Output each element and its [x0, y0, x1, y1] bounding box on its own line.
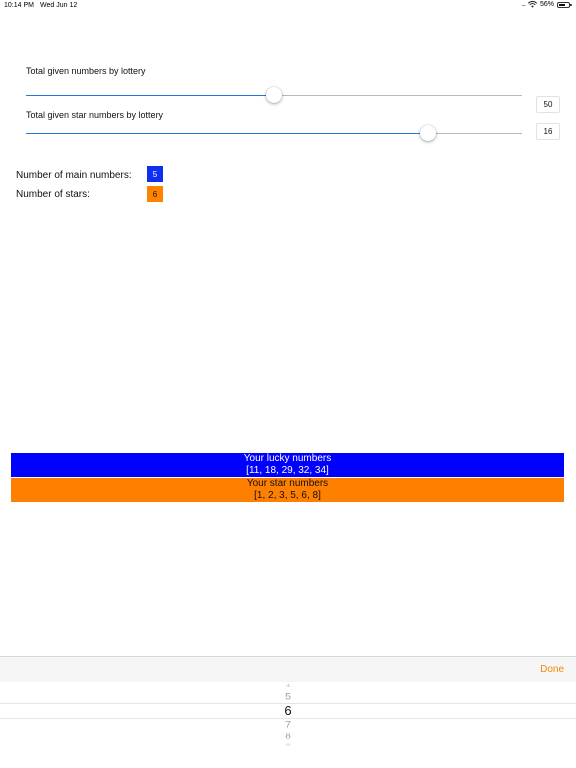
slider-label-stars: Total given star numbers by lottery	[26, 110, 164, 120]
slider-track-stars[interactable]	[26, 133, 522, 134]
stars-badge[interactable]: 6	[147, 186, 163, 202]
picker-item[interactable]: 7	[0, 720, 576, 730]
battery-icon	[557, 1, 572, 8]
signal-icon: .....	[521, 1, 526, 8]
status-time: 10:14 PM	[4, 2, 34, 9]
slider-fill-stars	[26, 133, 428, 134]
picker-selection-bottom	[0, 718, 576, 719]
slider-thumb-numbers[interactable]	[266, 87, 282, 103]
main-numbers-label: Number of main numbers:	[16, 170, 132, 181]
status-bar: 10:14 PM Wed Jun 12 ..... 56%	[0, 0, 576, 12]
lucky-numbers-panel: Your lucky numbers [11, 18, 29, 32, 34]	[11, 453, 564, 477]
status-right: ..... 56%	[521, 1, 572, 8]
main-numbers-badge[interactable]: 5	[147, 166, 163, 182]
picker-item-selected[interactable]: 6	[0, 703, 576, 718]
number-picker[interactable]: 4 5 6 7 8 9	[0, 682, 576, 768]
lucky-numbers-values: [11, 18, 29, 32, 34]	[246, 465, 329, 476]
star-numbers-values: [1, 2, 3, 5, 6, 8]	[254, 490, 321, 501]
picker-toolbar: Done	[0, 656, 576, 683]
wifi-icon	[527, 1, 537, 8]
picker-item[interactable]: 8	[0, 733, 576, 741]
stars-label: Number of stars:	[16, 189, 90, 200]
picker-item[interactable]: 5	[0, 692, 576, 702]
star-numbers-panel: Your star numbers [1, 2, 3, 5, 6, 8]	[11, 478, 564, 502]
star-numbers-title: Your star numbers	[246, 478, 329, 489]
lucky-numbers-title: Your lucky numbers	[243, 453, 332, 464]
picker-item[interactable]: 4	[0, 683, 576, 688]
picker-item[interactable]: 9	[0, 742, 576, 747]
slider-fill-numbers	[26, 95, 274, 96]
status-date: Wed Jun 12	[40, 2, 78, 9]
done-button[interactable]: Done	[540, 664, 564, 675]
slider-value-stars: 16	[536, 123, 560, 140]
slider-label-numbers: Total given numbers by lottery	[26, 66, 146, 76]
battery-percent: 56%	[539, 1, 554, 8]
slider-value-numbers: 50	[536, 96, 560, 113]
slider-thumb-stars[interactable]	[419, 125, 436, 141]
